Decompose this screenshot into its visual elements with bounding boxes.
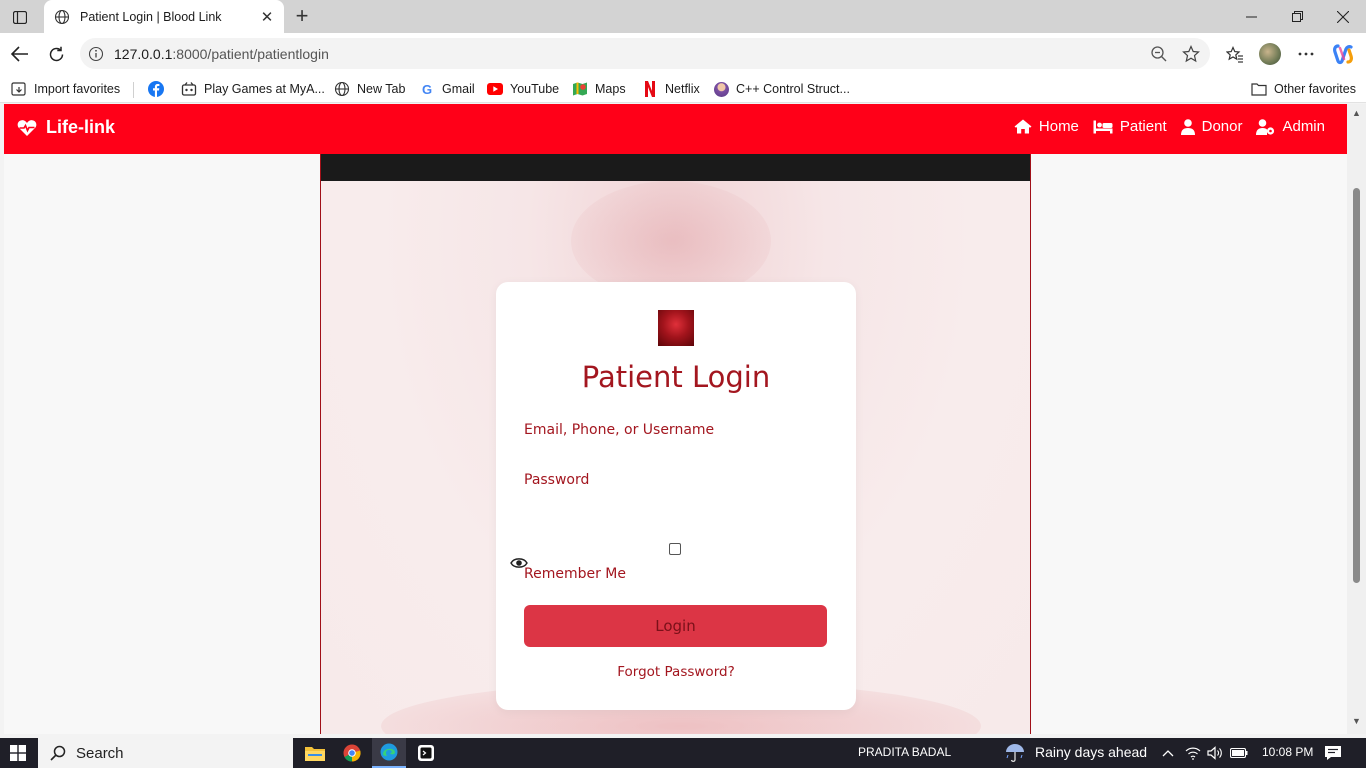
scroll-down-icon[interactable]: ▼ — [1351, 716, 1362, 726]
close-window-icon[interactable] — [1320, 0, 1366, 33]
user-name-label: PRADITA BADAL — [858, 745, 952, 759]
bookmark-play-games[interactable]: Play Games at MyA... — [181, 79, 325, 99]
notifications-icon[interactable] — [1320, 741, 1346, 765]
url-text: 127.0.0.1:8000/patient/patientlogin — [114, 45, 329, 62]
bookmark-youtube[interactable]: YouTube — [487, 79, 559, 99]
user-cog-icon — [1256, 118, 1275, 135]
page-title: Patient Login — [581, 360, 771, 394]
nav-admin[interactable]: Admin — [1256, 118, 1325, 135]
login-button[interactable]: Login — [524, 605, 827, 647]
edge-icon[interactable] — [372, 738, 406, 768]
brand-link[interactable]: Life-link — [17, 117, 115, 138]
content-frame: Patient Login Email, Phone, or Username … — [320, 154, 1031, 734]
site-info-icon[interactable] — [88, 46, 104, 62]
google-icon: G — [421, 81, 433, 97]
bookmark-other-favorites[interactable]: Other favorites — [1251, 79, 1356, 99]
netflix-icon — [642, 81, 658, 97]
games-icon — [181, 81, 197, 97]
tab-title: Patient Login | Blood Link — [80, 9, 222, 24]
nav-home[interactable]: Home — [1014, 118, 1079, 135]
profile-avatar[interactable] — [1257, 41, 1283, 67]
chevron-up-icon[interactable] — [1155, 741, 1181, 765]
favorite-star-icon[interactable] — [1182, 45, 1200, 63]
scroll-thumb[interactable] — [1353, 188, 1360, 583]
nav-patient[interactable]: Patient — [1093, 118, 1167, 135]
username-input[interactable] — [524, 442, 828, 462]
forgot-password-link[interactable]: Forgot Password? — [496, 664, 856, 680]
header-strip — [321, 154, 1030, 181]
browser-tab-active[interactable]: Patient Login | Blood Link ✕ — [44, 0, 284, 33]
site-navbar: Life-link Home Patient Donor Admin — [4, 104, 1347, 154]
youtube-icon — [487, 81, 503, 97]
nav-links: Home Patient Donor Admin — [1000, 118, 1325, 135]
maps-icon — [572, 81, 588, 97]
tab-actions-icon[interactable] — [8, 6, 32, 28]
copilot-icon[interactable] — [1330, 41, 1356, 67]
scroll-up-icon[interactable]: ▲ — [1351, 108, 1362, 118]
bookmark-maps[interactable]: Maps — [572, 79, 626, 99]
windows-start-icon[interactable] — [10, 745, 26, 761]
address-bar[interactable]: 127.0.0.1:8000/patient/patientlogin — [80, 38, 1210, 69]
password-label: Password — [524, 472, 590, 488]
search-icon — [50, 745, 66, 761]
bookmark-new-tab[interactable]: New Tab — [334, 79, 405, 99]
globe-icon — [54, 9, 70, 24]
clock-time[interactable]: 10:08 PM — [1262, 745, 1313, 759]
file-explorer-icon[interactable] — [302, 741, 328, 765]
weather-text[interactable]: Rainy days ahead — [1035, 744, 1147, 760]
password-input[interactable] — [524, 494, 828, 514]
new-tab-icon[interactable]: + — [290, 3, 314, 28]
battery-icon[interactable] — [1226, 741, 1252, 765]
remember-me-label: Remember Me — [524, 566, 626, 582]
remember-me-checkbox[interactable] — [669, 543, 681, 555]
facebook-icon — [148, 81, 164, 97]
terminal-app-icon[interactable] — [413, 741, 439, 765]
browser-tab-bar: Patient Login | Blood Link ✕ + — [0, 0, 1366, 33]
page-scrollbar[interactable]: ▲ ▼ — [1347, 104, 1366, 734]
home-icon — [1014, 119, 1032, 134]
back-icon[interactable] — [7, 41, 33, 67]
tab-close-icon[interactable]: ✕ — [258, 8, 276, 26]
globe-icon — [334, 81, 350, 97]
zoom-out-icon[interactable] — [1150, 45, 1168, 63]
windows-taskbar: Search PRADITA BADAL Rainy days ahead 10… — [0, 738, 1366, 768]
more-menu-icon[interactable] — [1293, 41, 1319, 67]
bookmark-gmail[interactable]: G Gmail — [419, 79, 475, 99]
user-icon — [1180, 118, 1195, 135]
bookmark-import-favorites[interactable]: Import favorites — [11, 79, 120, 99]
minimize-icon[interactable] — [1228, 0, 1274, 33]
favorites-icon[interactable] — [1222, 41, 1248, 67]
restore-icon[interactable] — [1274, 0, 1320, 33]
blood-drop-logo — [658, 310, 694, 346]
bookmark-netflix[interactable]: Netflix — [642, 79, 700, 99]
taskbar-search[interactable]: Search — [38, 738, 293, 768]
refresh-icon[interactable] — [43, 41, 69, 67]
bookmark-separator — [133, 82, 134, 98]
bookmarks-bar: Import favorites Play Games at MyA... Ne… — [0, 74, 1366, 103]
browser-toolbar: 127.0.0.1:8000/patient/patientlogin — [0, 33, 1366, 74]
page-viewport: Life-link Home Patient Donor Admin Patie… — [4, 104, 1347, 734]
import-icon — [11, 81, 27, 97]
login-card: Patient Login Email, Phone, or Username … — [496, 282, 856, 710]
chrome-icon[interactable] — [339, 741, 365, 765]
avatar-icon — [713, 81, 729, 97]
bed-icon — [1093, 120, 1113, 133]
folder-icon — [1251, 81, 1267, 97]
username-label: Email, Phone, or Username — [524, 422, 715, 438]
bookmark-cpp-control[interactable]: C++ Control Struct... — [713, 79, 850, 99]
bookmark-facebook[interactable] — [148, 79, 171, 99]
volume-icon[interactable] — [1202, 741, 1228, 765]
weather-rain-icon[interactable] — [1002, 741, 1028, 765]
heart-pulse-icon — [17, 119, 37, 136]
nav-donor[interactable]: Donor — [1180, 118, 1242, 135]
